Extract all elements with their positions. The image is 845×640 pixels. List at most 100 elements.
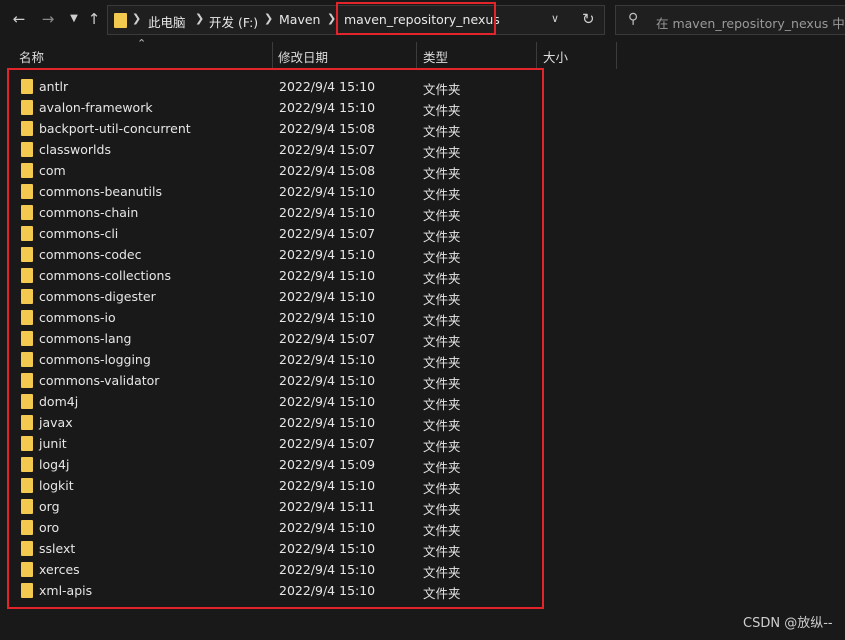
- breadcrumb-maven[interactable]: Maven: [279, 12, 320, 27]
- highlight-box: [336, 2, 496, 35]
- file-row[interactable]: backport-util-concurrent 2022/9/4 15:08 文件…: [0, 118, 845, 139]
- file-row[interactable]: commons-chain 2022/9/4 15:10 文件夹: [0, 202, 845, 223]
- file-row[interactable]: logkit 2022/9/4 15:10 文件夹: [0, 475, 845, 496]
- file-name[interactable]: xerces: [39, 562, 80, 577]
- file-row[interactable]: xerces 2022/9/4 15:10 文件夹: [0, 559, 845, 580]
- column-divider[interactable]: [272, 42, 273, 69]
- file-name[interactable]: commons-digester: [39, 289, 156, 304]
- back-icon[interactable]: ←: [8, 8, 30, 30]
- file-modified: 2022/9/4 15:09: [279, 457, 376, 472]
- chevron-right-icon[interactable]: ❯: [264, 12, 273, 25]
- file-row[interactable]: commons-collections 2022/9/4 15:10 文件夹: [0, 265, 845, 286]
- file-row[interactable]: commons-beanutils 2022/9/4 15:10 文件夹: [0, 181, 845, 202]
- file-row[interactable]: xml-apis 2022/9/4 15:10 文件夹: [0, 580, 845, 601]
- file-name[interactable]: log4j: [39, 457, 69, 472]
- chevron-down-icon[interactable]: ▼: [63, 8, 85, 30]
- column-divider[interactable]: [536, 42, 537, 69]
- file-row[interactable]: commons-digester 2022/9/4 15:10 文件夹: [0, 286, 845, 307]
- chevron-right-icon[interactable]: ❯: [195, 12, 204, 25]
- file-name[interactable]: dom4j: [39, 394, 78, 409]
- file-row[interactable]: com 2022/9/4 15:08 文件夹: [0, 160, 845, 181]
- file-row[interactable]: antlr 2022/9/4 15:10 文件夹: [0, 76, 845, 97]
- file-modified: 2022/9/4 15:10: [279, 478, 376, 493]
- file-modified: 2022/9/4 15:10: [279, 268, 376, 283]
- file-name[interactable]: xml-apis: [39, 583, 92, 598]
- file-modified: 2022/9/4 15:07: [279, 436, 376, 451]
- file-name[interactable]: org: [39, 499, 60, 514]
- file-name[interactable]: commons-collections: [39, 268, 171, 283]
- file-row[interactable]: avalon-framework 2022/9/4 15:10 文件夹: [0, 97, 845, 118]
- file-type: 文件夹: [423, 313, 461, 328]
- file-name[interactable]: commons-beanutils: [39, 184, 162, 199]
- breadcrumb-drive[interactable]: 开发 (F:): [209, 12, 258, 31]
- breadcrumb-this-pc[interactable]: 此电脑: [148, 12, 186, 31]
- folder-icon: [21, 415, 33, 430]
- file-type: 文件夹: [423, 418, 461, 433]
- column-divider[interactable]: [416, 42, 417, 69]
- file-row[interactable]: commons-io 2022/9/4 15:10 文件夹: [0, 307, 845, 328]
- address-bar[interactable]: ❯ 此电脑 ❯ 开发 (F:) ❯ Maven ❯ maven_reposito…: [107, 2, 605, 35]
- file-name[interactable]: com: [39, 163, 66, 178]
- file-type: 文件夹: [423, 187, 461, 202]
- file-name[interactable]: classworlds: [39, 142, 111, 157]
- file-row[interactable]: oro 2022/9/4 15:10 文件夹: [0, 517, 845, 538]
- file-type: 文件夹: [423, 166, 461, 181]
- file-row[interactable]: javax 2022/9/4 15:10 文件夹: [0, 412, 845, 433]
- chevron-right-icon[interactable]: ❯: [327, 12, 336, 25]
- file-modified: 2022/9/4 15:10: [279, 184, 376, 199]
- file-name[interactable]: commons-cli: [39, 226, 118, 241]
- file-row[interactable]: commons-validator 2022/9/4 15:10 文件夹: [0, 370, 845, 391]
- file-name[interactable]: commons-io: [39, 310, 116, 325]
- file-type: 文件夹: [423, 481, 461, 496]
- folder-icon: [21, 331, 33, 346]
- file-name[interactable]: commons-validator: [39, 373, 159, 388]
- file-name[interactable]: commons-chain: [39, 205, 138, 220]
- column-modified[interactable]: 修改日期: [278, 47, 328, 66]
- file-type: 文件夹: [423, 208, 461, 223]
- file-modified: 2022/9/4 15:10: [279, 100, 376, 115]
- column-name[interactable]: 名称: [19, 47, 44, 66]
- chevron-right-icon[interactable]: ❯: [132, 12, 141, 25]
- file-name[interactable]: oro: [39, 520, 59, 535]
- file-row[interactable]: commons-cli 2022/9/4 15:07 文件夹: [0, 223, 845, 244]
- folder-icon: [21, 457, 33, 472]
- forward-icon[interactable]: →: [37, 8, 59, 30]
- file-row[interactable]: commons-logging 2022/9/4 15:10 文件夹: [0, 349, 845, 370]
- file-name[interactable]: avalon-framework: [39, 100, 153, 115]
- file-name[interactable]: javax: [39, 415, 73, 430]
- file-name[interactable]: commons-codec: [39, 247, 141, 262]
- column-divider[interactable]: [616, 42, 617, 69]
- folder-icon: [21, 583, 33, 598]
- file-row[interactable]: commons-codec 2022/9/4 15:10 文件夹: [0, 244, 845, 265]
- folder-icon: [21, 100, 33, 115]
- file-row[interactable]: classworlds 2022/9/4 15:07 文件夹: [0, 139, 845, 160]
- folder-icon: [114, 13, 127, 28]
- file-name[interactable]: junit: [39, 436, 67, 451]
- file-row[interactable]: commons-lang 2022/9/4 15:07 文件夹: [0, 328, 845, 349]
- search-box[interactable]: ⚲ 在 maven_repository_nexus 中搜索: [615, 5, 845, 35]
- chevron-down-icon[interactable]: ∨: [551, 12, 559, 25]
- column-size[interactable]: 大小: [543, 47, 568, 66]
- file-name[interactable]: antlr: [39, 79, 68, 94]
- file-row[interactable]: dom4j 2022/9/4 15:10 文件夹: [0, 391, 845, 412]
- file-name[interactable]: backport-util-concurrent: [39, 121, 191, 136]
- file-row[interactable]: junit 2022/9/4 15:07 文件夹: [0, 433, 845, 454]
- file-type: 文件夹: [423, 502, 461, 517]
- file-type: 文件夹: [423, 250, 461, 265]
- file-row[interactable]: org 2022/9/4 15:11 文件夹: [0, 496, 845, 517]
- file-name[interactable]: commons-logging: [39, 352, 151, 367]
- up-icon[interactable]: ↑: [83, 8, 105, 30]
- file-row[interactable]: sslext 2022/9/4 15:10 文件夹: [0, 538, 845, 559]
- refresh-icon[interactable]: ↻: [582, 10, 595, 28]
- file-list: antlr 2022/9/4 15:10 文件夹 avalon-framework 20…: [0, 76, 845, 601]
- folder-icon: [21, 310, 33, 325]
- column-header: ⌃ 名称 修改日期 类型 大小: [0, 37, 845, 70]
- file-type: 文件夹: [423, 334, 461, 349]
- file-name[interactable]: logkit: [39, 478, 74, 493]
- column-type[interactable]: 类型: [423, 47, 448, 66]
- file-type: 文件夹: [423, 103, 461, 118]
- file-modified: 2022/9/4 15:10: [279, 394, 376, 409]
- file-row[interactable]: log4j 2022/9/4 15:09 文件夹: [0, 454, 845, 475]
- file-name[interactable]: commons-lang: [39, 331, 131, 346]
- file-name[interactable]: sslext: [39, 541, 75, 556]
